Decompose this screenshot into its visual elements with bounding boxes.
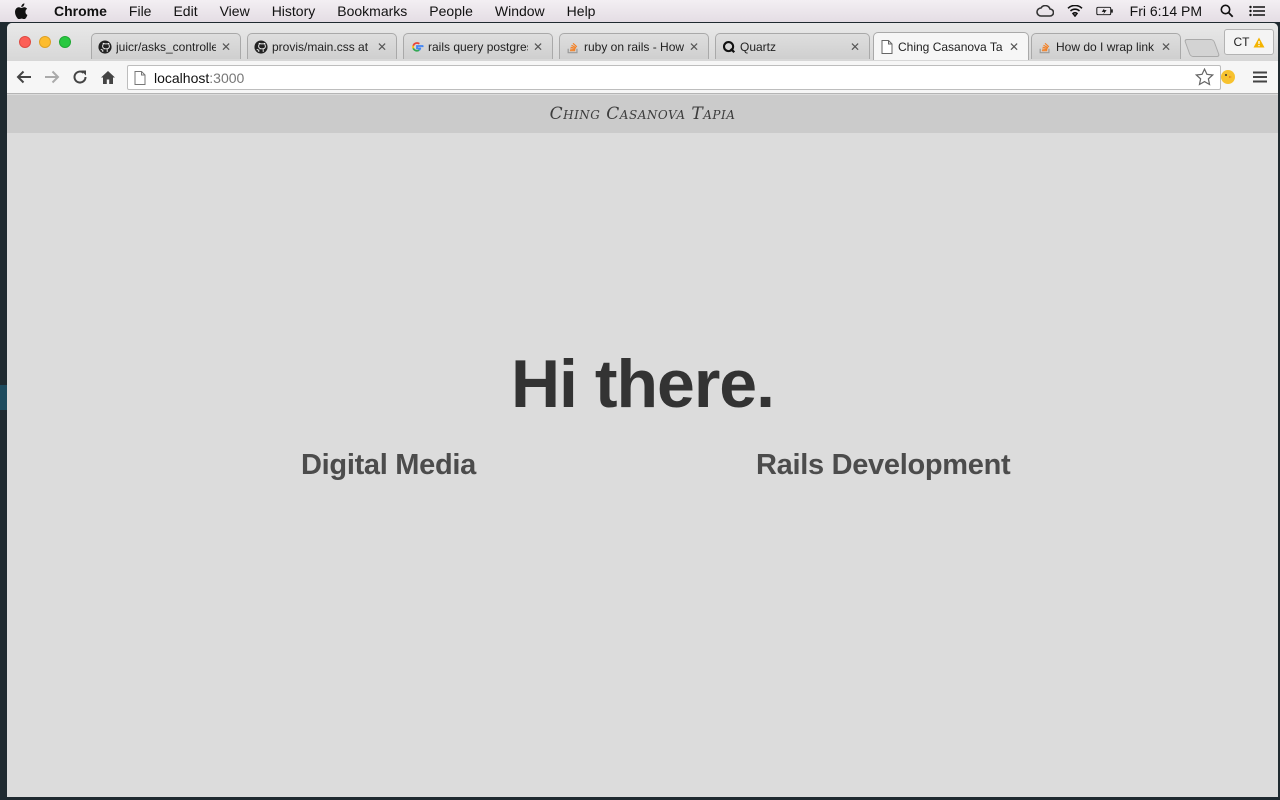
window-minimize-button[interactable]	[39, 36, 51, 48]
tab-title: rails query postgres	[428, 39, 528, 54]
tab-title: How do I wrap link	[1056, 39, 1155, 54]
menu-view[interactable]: View	[209, 3, 261, 19]
menu-file[interactable]: File	[118, 3, 163, 19]
page-icon	[134, 70, 146, 85]
site-title[interactable]: Ching Casanova Tapia	[550, 104, 736, 124]
page-icon	[880, 39, 894, 54]
quartz-icon	[722, 40, 736, 54]
menu-bookmarks[interactable]: Bookmarks	[326, 3, 418, 19]
macos-menu-bar: Chrome File Edit View History Bookmarks …	[0, 0, 1280, 22]
stackoverflow-icon	[1038, 40, 1052, 54]
page-heading: Hi there.	[510, 346, 775, 422]
google-icon	[410, 40, 424, 54]
window-close-button[interactable]	[19, 36, 31, 48]
notification-center-icon[interactable]	[1248, 4, 1266, 18]
browser-tab[interactable]: How do I wrap link ✕	[1031, 33, 1181, 59]
close-icon[interactable]: ✕	[376, 40, 388, 54]
tab-title: ruby on rails - How	[584, 39, 684, 54]
extension-chick-icon[interactable]	[1217, 66, 1239, 88]
battery-icon[interactable]	[1095, 4, 1114, 18]
creative-cloud-icon[interactable]	[1035, 4, 1054, 18]
tab-title: juicr/asks_controlle	[116, 39, 216, 54]
apple-logo-icon[interactable]	[0, 3, 42, 19]
url-host: localhost	[154, 69, 210, 86]
rails-development-link[interactable]: Rails Development	[756, 449, 1011, 482]
warning-icon	[1253, 37, 1265, 48]
menu-window[interactable]: Window	[484, 3, 556, 19]
close-icon[interactable]: ✕	[220, 40, 232, 54]
close-icon[interactable]: ✕	[1008, 40, 1020, 54]
tab-title: Ching Casanova Ta	[898, 39, 1003, 54]
address-bar[interactable]: localhost:3000	[127, 65, 1221, 90]
browser-tab[interactable]: juicr/asks_controlle ✕	[91, 33, 241, 59]
home-icon[interactable]	[97, 66, 119, 88]
wifi-icon[interactable]	[1066, 4, 1084, 18]
bookmark-star-icon[interactable]	[1194, 67, 1215, 89]
spotlight-search-icon[interactable]	[1218, 4, 1236, 18]
web-page-viewport: Ching Casanova Tapia Hi there. Digital M…	[7, 95, 1278, 797]
close-icon[interactable]: ✕	[532, 40, 544, 54]
profile-button[interactable]: CT	[1224, 29, 1274, 55]
desktop-background	[0, 385, 7, 410]
tab-title: provis/main.css at n	[272, 39, 372, 54]
menu-help[interactable]: Help	[556, 3, 607, 19]
forward-arrow-icon[interactable]	[41, 66, 63, 88]
site-header: Ching Casanova Tapia	[7, 95, 1278, 133]
browser-tab[interactable]: ruby on rails - How ✕	[559, 33, 709, 59]
menu-history[interactable]: History	[261, 3, 327, 19]
close-icon[interactable]: ✕	[849, 40, 861, 54]
back-arrow-icon[interactable]	[13, 66, 35, 88]
close-icon[interactable]: ✕	[688, 40, 700, 54]
profile-initials: CT	[1233, 35, 1250, 49]
url-port: :3000	[209, 69, 245, 86]
browser-tab[interactable]: rails query postgres ✕	[403, 33, 553, 59]
menubar-clock[interactable]: Fri 6:14 PM	[1120, 3, 1212, 19]
new-tab-button[interactable]	[1183, 39, 1221, 57]
browser-tab[interactable]: Quartz ✕	[715, 33, 870, 59]
tab-strip: juicr/asks_controlle ✕ provis/main.css a…	[7, 23, 1278, 63]
stackoverflow-icon	[566, 40, 580, 54]
github-icon	[254, 39, 268, 54]
hamburger-menu-icon[interactable]	[1249, 66, 1271, 88]
chrome-window: juicr/asks_controlle ✕ provis/main.css a…	[7, 23, 1278, 797]
tab-title: Quartz	[740, 39, 777, 54]
digital-media-link[interactable]: Digital Media	[301, 449, 476, 482]
menu-app-chrome[interactable]: Chrome	[42, 3, 118, 19]
reload-icon[interactable]	[69, 66, 91, 88]
menu-people[interactable]: People	[418, 3, 484, 19]
close-icon[interactable]: ✕	[1160, 40, 1172, 54]
browser-toolbar: localhost:3000	[7, 61, 1278, 94]
browser-tab[interactable]: provis/main.css at n ✕	[247, 33, 397, 59]
browser-tab-active[interactable]: Ching Casanova Ta ✕	[873, 32, 1029, 60]
github-icon	[98, 39, 112, 54]
menu-edit[interactable]: Edit	[162, 3, 208, 19]
window-zoom-button[interactable]	[59, 36, 71, 48]
